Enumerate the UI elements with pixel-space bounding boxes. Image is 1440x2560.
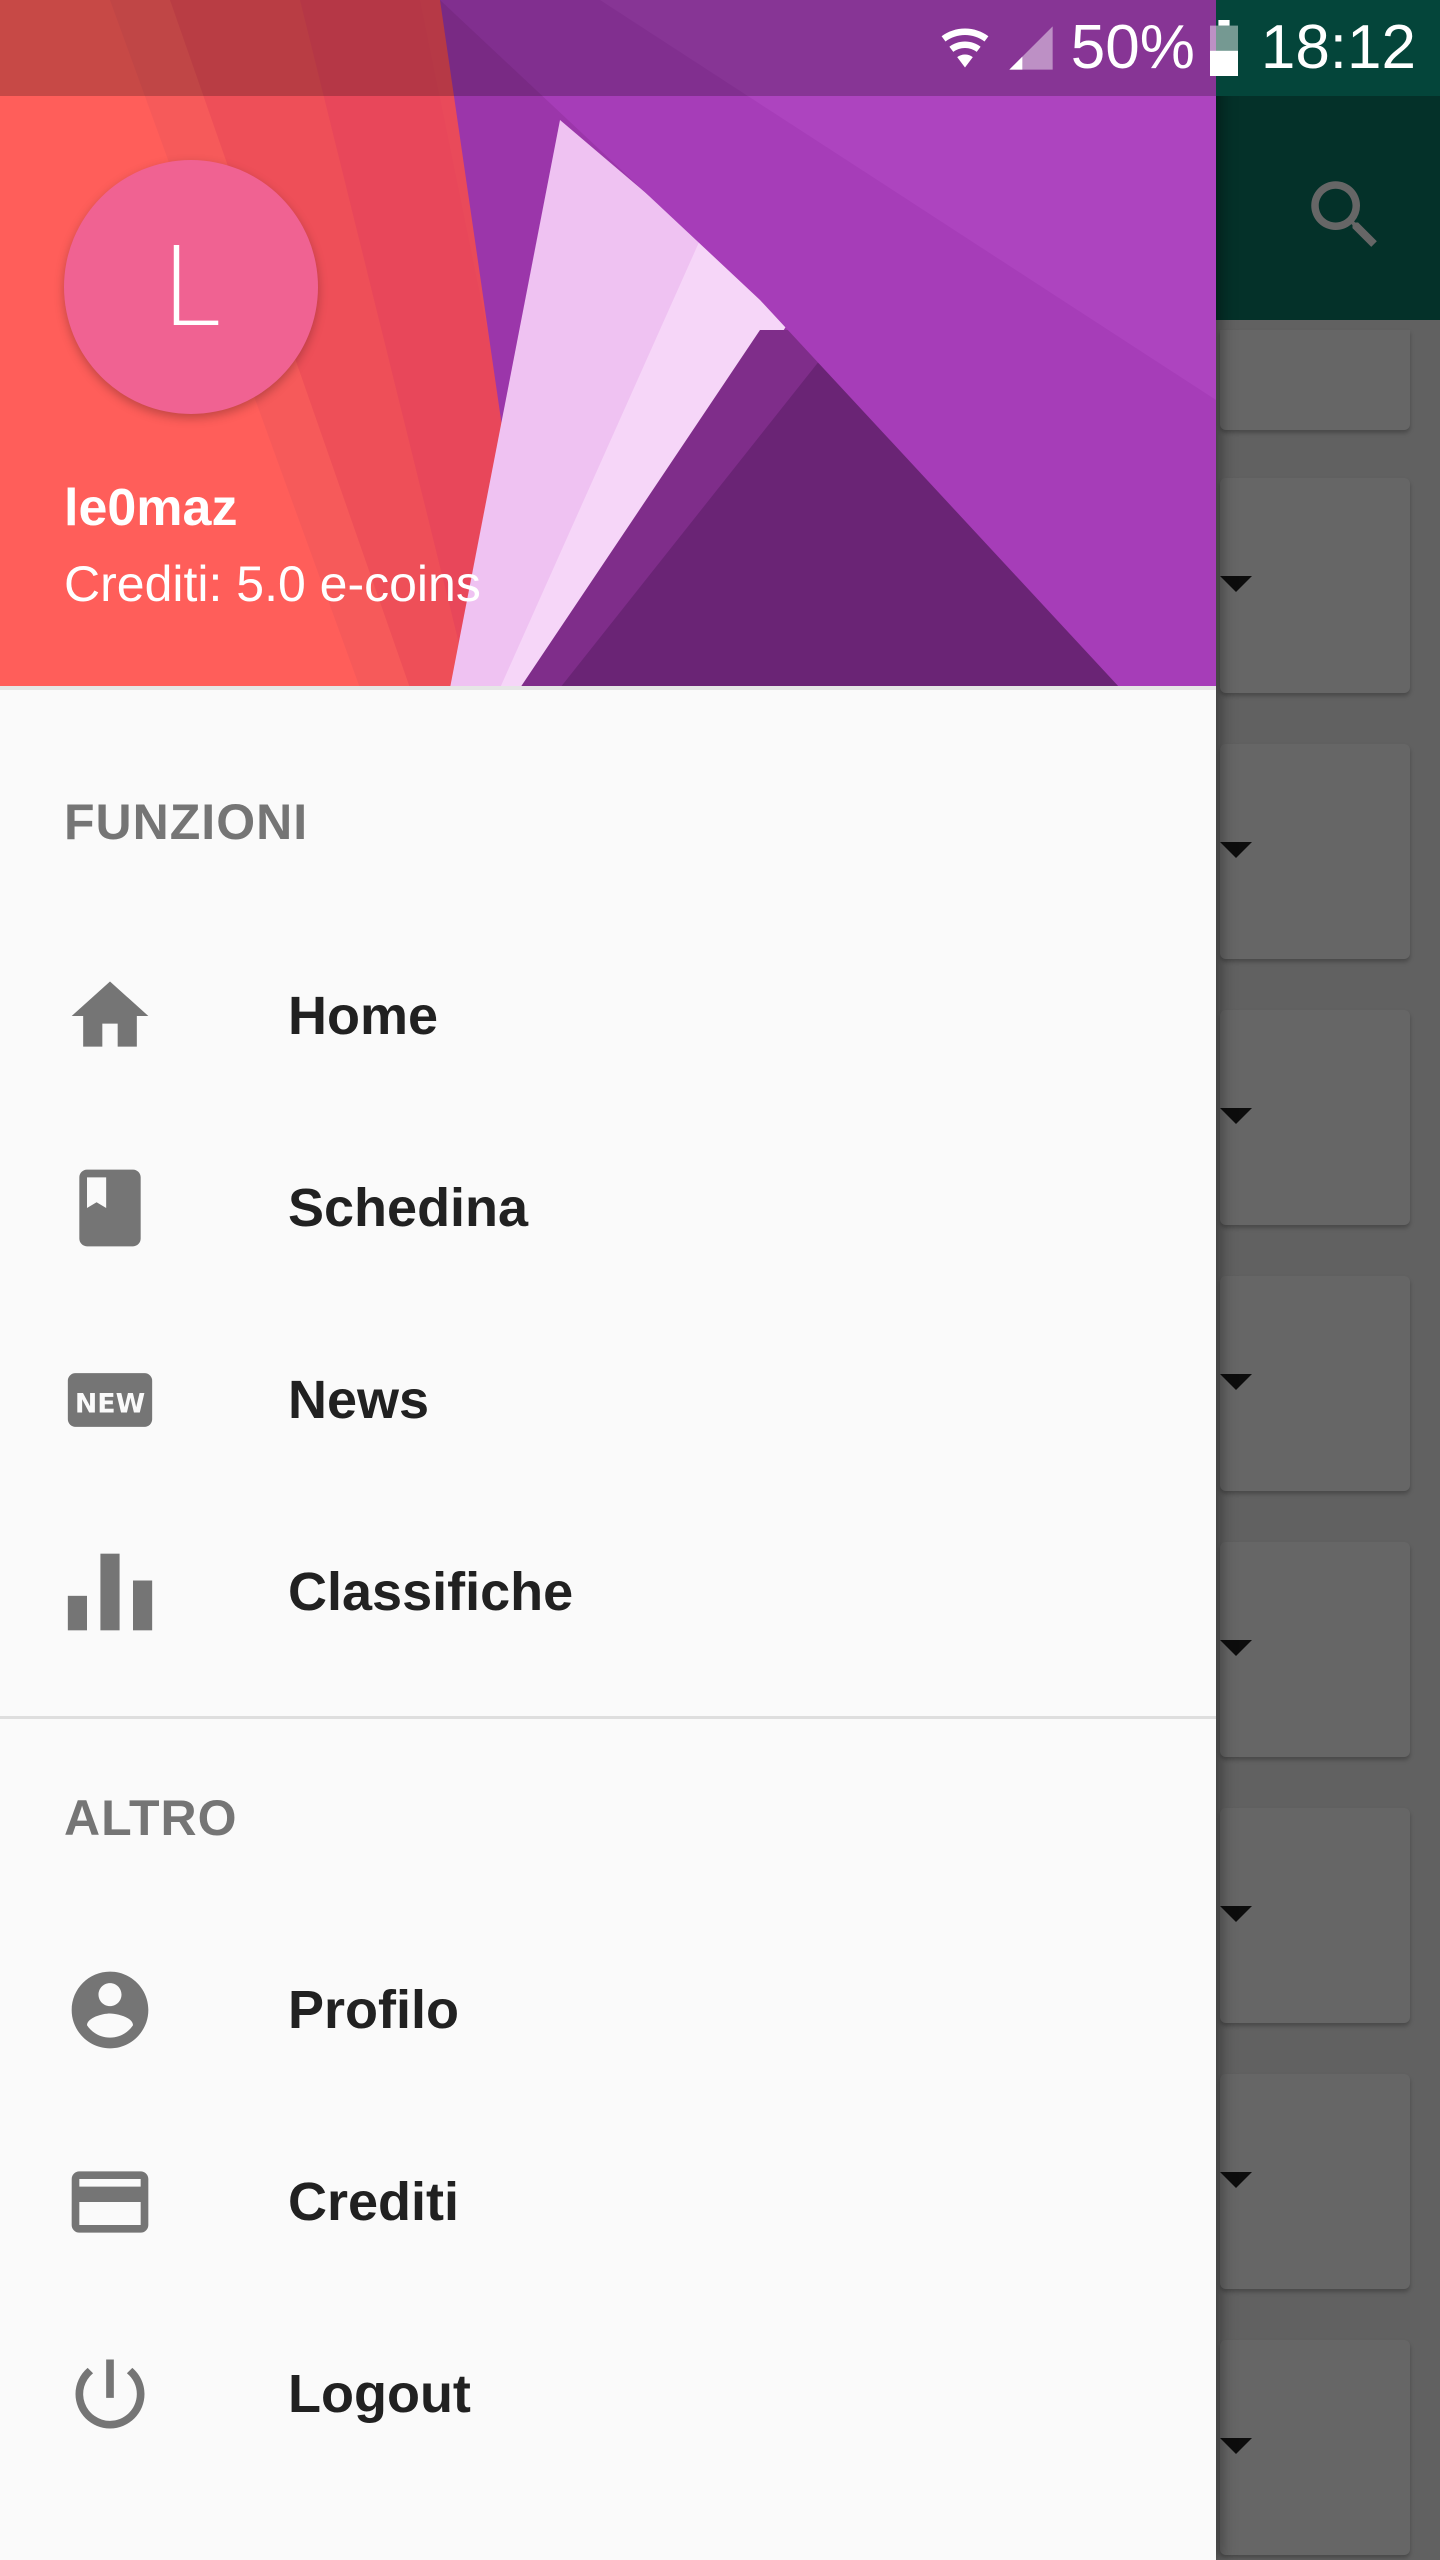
wifi-icon: [941, 28, 989, 68]
svg-text:NEW: NEW: [75, 1388, 145, 1419]
status-bar: 50% 18:12: [0, 0, 1440, 96]
menu-item-label: Profilo: [288, 1980, 459, 2040]
bar-chart-icon: [67, 1553, 153, 1631]
menu-item-label: Home: [288, 986, 439, 1046]
menu-item-crediti[interactable]: Crediti: [0, 2106, 1216, 2298]
book-icon: [79, 1169, 141, 1247]
credits-balance: Crediti: 5.0 e-coins: [64, 556, 481, 612]
username: le0maz: [64, 479, 238, 537]
menu-item-profilo[interactable]: Profilo: [0, 1914, 1216, 2106]
section-divider: [0, 1716, 1216, 1719]
menu-item-label: Schedina: [288, 1178, 529, 1238]
clock: 18:12: [1260, 13, 1416, 82]
credit-card-icon: [71, 2171, 149, 2233]
home-icon: [71, 981, 149, 1047]
menu-item-logout[interactable]: Logout: [0, 2298, 1216, 2490]
battery-icon: [1209, 20, 1238, 76]
drawer-header: L le0maz Crediti: 5.0 e-coins: [0, 0, 1216, 688]
navigation-drawer: L le0maz Crediti: 5.0 e-coins FUNZIONI H…: [0, 0, 1216, 2560]
menu-item-schedina[interactable]: Schedina: [0, 1112, 1216, 1304]
menu-item-label: News: [288, 1370, 430, 1430]
battery-percentage: 50%: [1070, 13, 1195, 82]
menu-item-label: Classifiche: [288, 1562, 574, 1622]
avatar[interactable]: L: [64, 160, 318, 414]
new-badge-icon: NEW: [67, 1373, 153, 1427]
section-title-altro: ALTRO: [64, 1790, 238, 1846]
menu-item-label: Logout: [288, 2364, 471, 2424]
account-circle-icon: [71, 1971, 149, 2049]
power-icon: [75, 2359, 145, 2429]
cellular-signal-icon: [1009, 26, 1053, 70]
header-divider: [0, 686, 1216, 690]
menu-item-label: Crediti: [288, 2172, 460, 2232]
menu-item-home[interactable]: Home: [0, 920, 1216, 1112]
menu-item-classifiche[interactable]: Classifiche: [0, 1496, 1216, 1688]
menu-item-news[interactable]: NEW News: [0, 1304, 1216, 1496]
section-title-funzioni: FUNZIONI: [64, 794, 309, 850]
